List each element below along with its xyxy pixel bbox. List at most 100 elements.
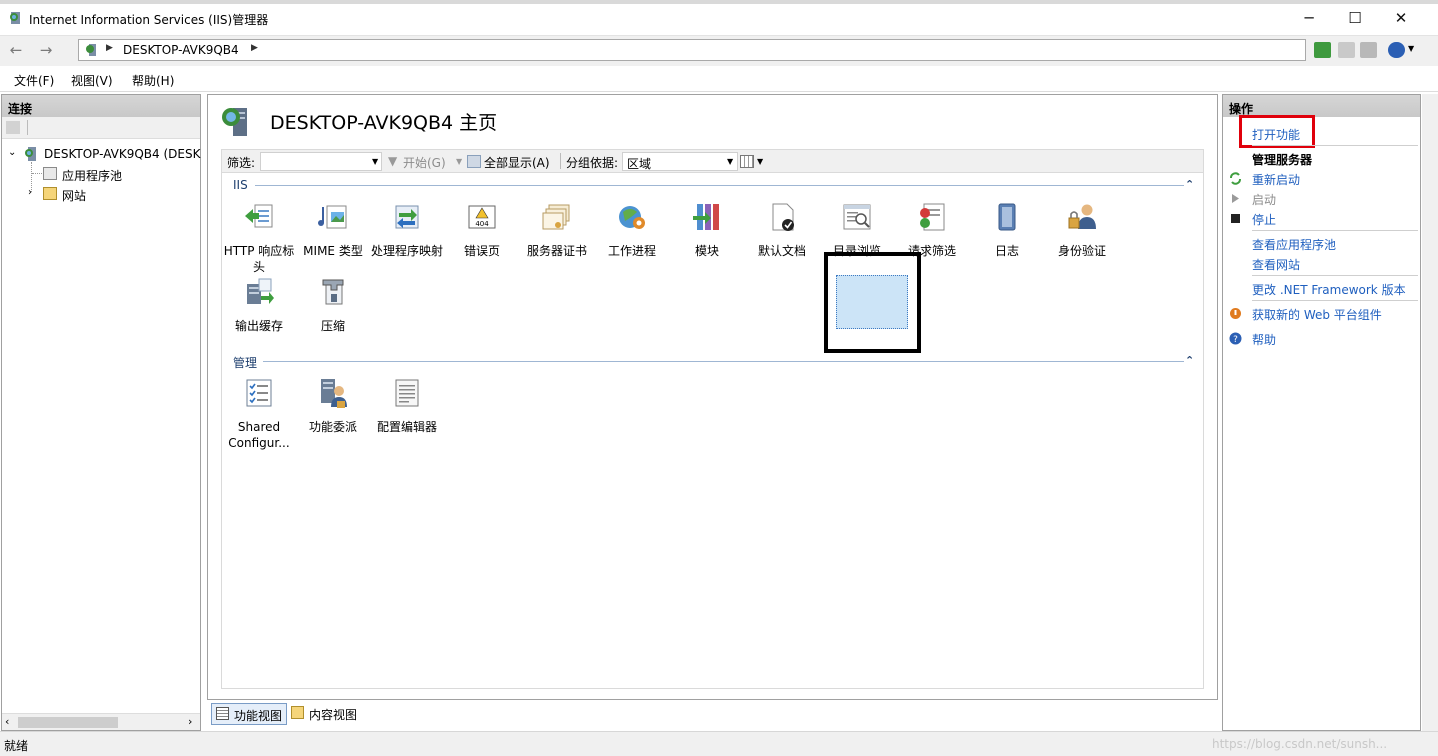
section-iis-label: IIS (233, 178, 248, 192)
group-by-label: 分组依据: (566, 156, 619, 170)
server-icon (86, 44, 96, 56)
scrollbar-thumb[interactable] (18, 717, 118, 728)
start-link[interactable]: 启动 (1252, 191, 1276, 208)
address-box[interactable]: ▶ DESKTOP-AVK9QB4 ▶ (78, 39, 1306, 61)
start-dropdown-icon[interactable]: ▼ (456, 157, 462, 166)
show-all-button[interactable]: 全部显示(A) (484, 154, 550, 171)
web-platform-icon (1230, 308, 1241, 319)
section-divider (263, 361, 1184, 362)
help-icon[interactable] (1388, 42, 1405, 58)
collapse-management-icon[interactable]: ⌃ (1185, 354, 1194, 367)
stop-link[interactable]: 停止 (1252, 211, 1276, 228)
maximize-button[interactable]: ☐ (1332, 4, 1378, 34)
group-by-dropdown-icon[interactable]: ▼ (727, 157, 733, 166)
feature-logging[interactable]: 日志 (970, 201, 1044, 259)
menu-file[interactable]: 文件(F) (14, 72, 54, 89)
tab-features-view[interactable]: 功能视图 (211, 703, 288, 725)
breadcrumb-arrow-icon[interactable]: ▶ (106, 43, 113, 53)
manage-server-heading: 管理服务器 (1252, 153, 1313, 167)
feature-http-response-headers[interactable]: HTTP 响应标头 (222, 201, 296, 275)
tree-server-node[interactable]: DESKTOP-AVK9QB4 (DESK (44, 147, 200, 161)
scroll-left-icon[interactable]: ‹ (5, 715, 9, 728)
expand-icon[interactable]: › (28, 187, 32, 198)
feature-request-filtering[interactable]: 请求筛选 (895, 201, 969, 259)
forward-button[interactable]: → (35, 40, 57, 62)
shared-configuration-icon (246, 379, 272, 407)
filter-input[interactable] (260, 152, 382, 171)
app-pool-icon (43, 167, 57, 180)
feature-label: 身份验证 (1057, 244, 1106, 258)
start-filter-button[interactable]: 开始(G) (403, 154, 446, 171)
feature-label: 默认文档 (757, 244, 806, 258)
feature-authentication[interactable]: 身份验证 (1045, 201, 1119, 259)
feature-delegation[interactable]: 功能委派 (296, 377, 370, 435)
horizontal-scrollbar[interactable]: ‹ › (2, 713, 200, 730)
close-button[interactable]: ✕ (1378, 4, 1424, 34)
server-home-icon (222, 108, 247, 136)
feature-modules[interactable]: 模块 (670, 201, 744, 259)
collapse-iis-icon[interactable]: ⌃ (1185, 178, 1194, 191)
feature-compression[interactable]: 压缩 (296, 276, 370, 334)
compression-icon (322, 279, 344, 305)
connections-toolbar (2, 117, 200, 139)
restart-link[interactable]: 重新启动 (1252, 171, 1300, 188)
feature-error-pages[interactable]: 404 错误页 (445, 201, 519, 259)
help-dropdown-icon[interactable]: ▼ (1408, 44, 1414, 53)
scroll-right-icon[interactable]: › (188, 715, 192, 728)
worker-processes-icon (619, 206, 645, 229)
feature-label: Shared Configur... (228, 420, 290, 450)
feature-mime-types[interactable]: MIME 类型 (296, 201, 370, 259)
directory-browsing-icon (843, 204, 871, 230)
view-app-pools-link[interactable]: 查看应用程序池 (1252, 236, 1336, 253)
group-by-select[interactable]: 区域 ▼ (622, 152, 738, 171)
home-icon[interactable] (1360, 42, 1377, 58)
help-link[interactable]: 帮助 (1252, 331, 1276, 348)
refresh-icon[interactable] (1314, 42, 1331, 58)
tree-sites[interactable]: 网站 (62, 187, 86, 204)
collapse-icon[interactable]: ⌄ (8, 147, 16, 158)
funnel-icon: ▼ (388, 154, 398, 168)
request-filtering-icon (920, 203, 945, 231)
server-icon (23, 146, 39, 162)
feature-shared-configuration[interactable]: Shared Configur... (222, 377, 296, 451)
actions-panel: 操作 打开功能 管理服务器 重新启动 启动 停止 查看应用程序池 查看网站 更改… (1222, 94, 1421, 731)
filter-dropdown-icon[interactable]: ▼ (372, 157, 378, 166)
iis-app-icon (10, 12, 20, 24)
feature-default-document[interactable]: 默认文档 (745, 201, 819, 259)
feature-label: 处理程序映射 (370, 244, 443, 258)
menu-help[interactable]: 帮助(H) (132, 72, 174, 89)
breadcrumb-arrow-icon[interactable]: ▶ (251, 43, 258, 53)
feature-label: 模块 (694, 244, 719, 258)
address-path[interactable]: DESKTOP-AVK9QB4 (123, 43, 239, 57)
feature-configuration-editor[interactable]: 配置编辑器 (370, 377, 444, 435)
view-mode-dropdown-icon[interactable]: ▼ (757, 157, 763, 166)
feature-worker-processes[interactable]: 工作进程 (595, 201, 669, 259)
vertical-scrollbar[interactable] (1422, 94, 1438, 731)
feature-output-caching[interactable]: 输出缓存 (222, 276, 296, 334)
tree-app-pools[interactable]: 应用程序池 (62, 167, 122, 184)
feature-label: 功能委派 (308, 420, 357, 434)
title-bar: Internet Information Services (IIS)管理器 ─… (0, 0, 1438, 36)
feature-label: 配置编辑器 (376, 420, 437, 434)
get-web-platform-link[interactable]: 获取新的 Web 平台组件 (1252, 306, 1382, 323)
change-net-version-link[interactable]: 更改 .NET Framework 版本 (1252, 281, 1406, 298)
server-certificates-icon (542, 204, 570, 230)
address-bar: ← → ▶ DESKTOP-AVK9QB4 ▶ ▼ (0, 36, 1438, 66)
feature-label: 压缩 (320, 319, 345, 333)
back-button[interactable]: ← (5, 40, 27, 62)
feature-label: 服务器证书 (526, 244, 587, 258)
open-feature-link[interactable]: 打开功能 (1252, 126, 1300, 143)
feature-handler-mappings[interactable]: 处理程序映射 (370, 201, 444, 259)
feature-directory-browsing[interactable]: 目录浏览 (820, 201, 894, 259)
menu-bar: 文件(F) 视图(V) 帮助(H) (0, 66, 1438, 92)
minimize-button[interactable]: ─ (1286, 4, 1332, 34)
show-all-icon (467, 155, 481, 168)
menu-view[interactable]: 视图(V) (71, 72, 113, 89)
new-connection-icon[interactable] (6, 121, 20, 134)
stop-icon[interactable] (1338, 42, 1355, 58)
handler-mappings-icon (395, 205, 419, 229)
view-sites-link[interactable]: 查看网站 (1252, 256, 1300, 273)
tab-content-view[interactable]: 内容视图 (287, 703, 361, 725)
feature-server-certificates[interactable]: 服务器证书 (520, 201, 594, 259)
view-mode-icon[interactable] (740, 155, 754, 168)
